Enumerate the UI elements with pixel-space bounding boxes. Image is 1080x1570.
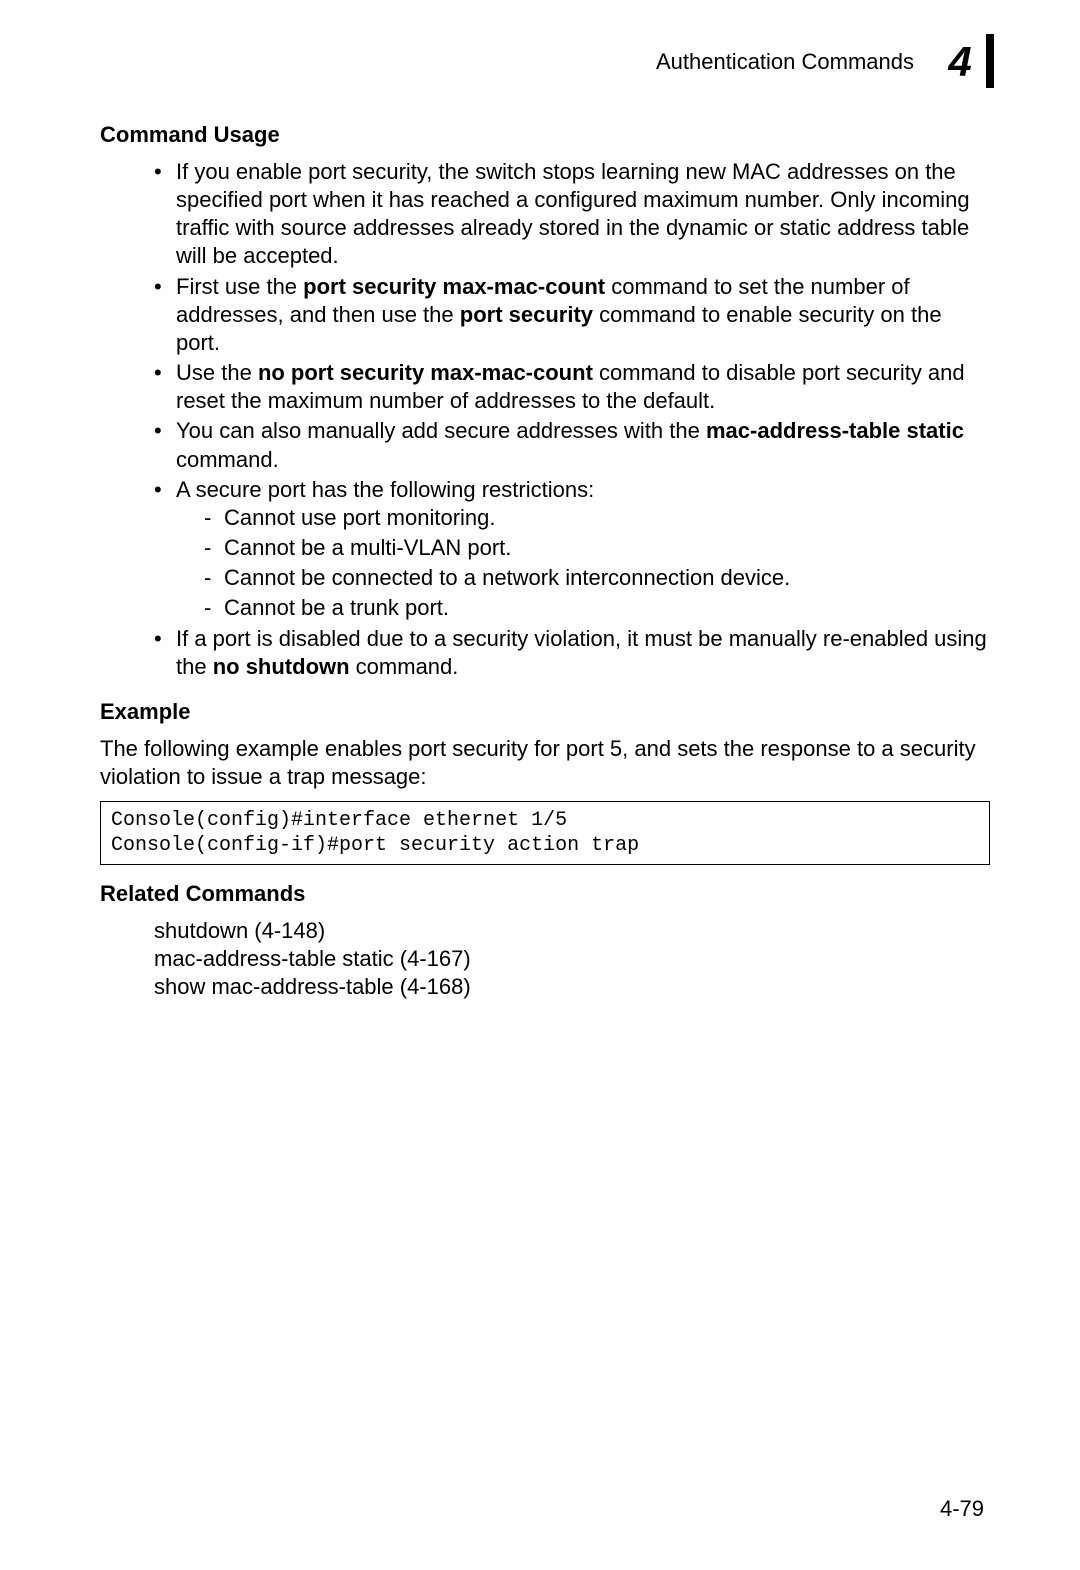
usage-item-6: If a port is disabled due to a security … <box>154 625 990 681</box>
usage-item-1: If you enable port security, the switch … <box>154 158 990 271</box>
page-number: 4-79 <box>940 1496 984 1522</box>
usage-item-4: You can also manually add secure address… <box>154 417 990 473</box>
restriction-1-text: Cannot use port monitoring. <box>224 505 496 530</box>
related-item-2: mac-address-table static (4-167) <box>154 945 990 973</box>
restriction-3-text: Cannot be connected to a network interco… <box>224 565 790 590</box>
chapter-bar-icon <box>986 34 994 88</box>
example-code: Console(config)#interface ethernet 1/5 C… <box>100 801 990 865</box>
usage-item-3-pre: Use the <box>176 360 258 385</box>
usage-item-1-text: If you enable port security, the switch … <box>176 159 970 268</box>
related-item-1: shutdown (4-148) <box>154 917 990 945</box>
usage-item-3-bold: no port security max-mac-count <box>258 360 593 385</box>
restriction-4: Cannot be a trunk port. <box>204 594 990 622</box>
restriction-3: Cannot be connected to a network interco… <box>204 564 990 592</box>
usage-item-3: Use the no port security max-mac-count c… <box>154 359 990 415</box>
usage-item-4-pre: You can also manually add secure address… <box>176 418 706 443</box>
usage-item-5-text: A secure port has the following restrict… <box>176 477 594 502</box>
page-header: Authentication Commands 4 <box>100 40 990 84</box>
example-intro: The following example enables port secur… <box>100 735 990 791</box>
related-item-3: show mac-address-table (4-168) <box>154 973 990 1001</box>
command-usage-list: If you enable port security, the switch … <box>154 158 990 681</box>
usage-item-6-bold: no shutdown <box>213 654 350 679</box>
page: Authentication Commands 4 Command Usage … <box>0 0 1080 1570</box>
usage-item-6-post: command. <box>350 654 459 679</box>
section-heading-related: Related Commands <box>100 881 990 907</box>
usage-item-2-bold2: port security <box>460 302 593 327</box>
section-heading-example: Example <box>100 699 990 725</box>
chapter-number: 4 <box>948 41 971 83</box>
restriction-2: Cannot be a multi-VLAN port. <box>204 534 990 562</box>
usage-item-2-bold1: port security max-mac-count <box>303 274 605 299</box>
header-title: Authentication Commands <box>656 49 914 75</box>
usage-item-5: A secure port has the following restrict… <box>154 476 990 623</box>
usage-item-2: First use the port security max-mac-coun… <box>154 273 990 357</box>
usage-item-4-post: command. <box>176 447 279 472</box>
restriction-1: Cannot use port monitoring. <box>204 504 990 532</box>
restrictions-list: Cannot use port monitoring. Cannot be a … <box>204 504 990 623</box>
section-heading-command-usage: Command Usage <box>100 122 990 148</box>
related-commands-list: shutdown (4-148) mac-address-table stati… <box>154 917 990 1001</box>
usage-item-2-pre: First use the <box>176 274 303 299</box>
restriction-2-text: Cannot be a multi-VLAN port. <box>224 535 511 560</box>
command-usage-body: If you enable port security, the switch … <box>100 158 990 681</box>
chapter-badge: 4 <box>930 40 990 84</box>
restriction-4-text: Cannot be a trunk port. <box>224 595 449 620</box>
usage-item-4-bold: mac-address-table static <box>706 418 964 443</box>
